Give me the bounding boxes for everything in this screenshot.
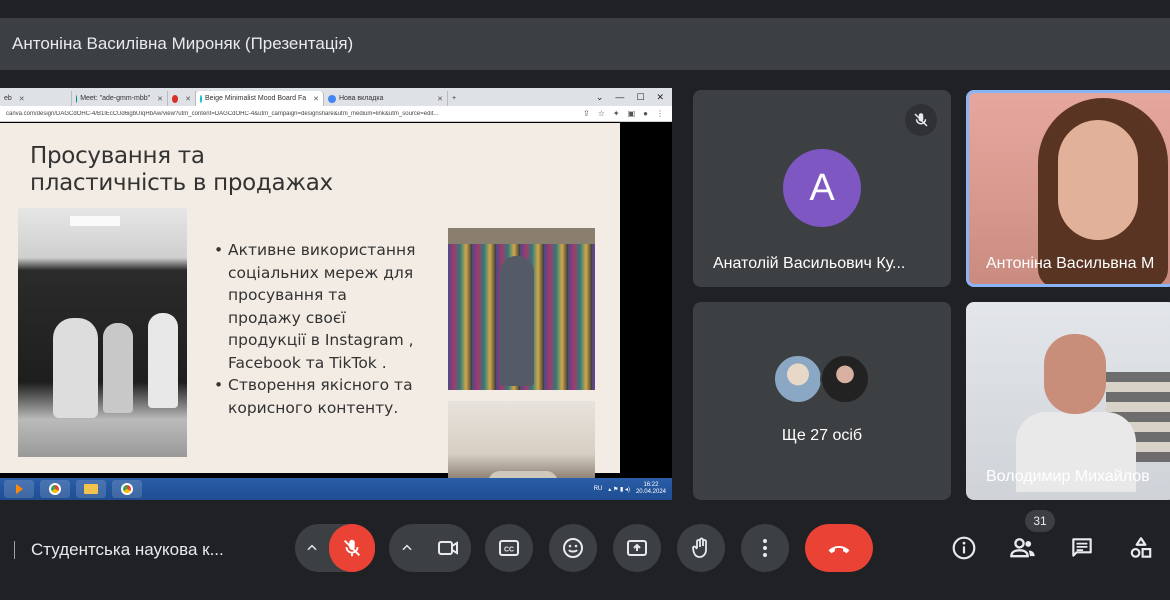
clock[interactable]: 16:22 20.04.2024 [636, 482, 666, 496]
presenter-title: Антоніна Василівна Мироняк (Презентація) [12, 34, 354, 53]
meet-icon [76, 94, 78, 103]
browser-tab[interactable]: ✕ [168, 91, 196, 106]
participant-name: Володимир Михайлов [986, 468, 1150, 485]
more-vert-icon [763, 539, 767, 557]
browser-tab[interactable]: Meet: "ade-gmm-mbb" ✕ [72, 91, 168, 106]
media-player-button[interactable] [4, 480, 34, 498]
minimize-icon[interactable]: — [615, 92, 624, 102]
chrome-taskbar-button[interactable] [40, 480, 70, 498]
end-call-icon [828, 545, 850, 554]
windows-taskbar: RU ▴ ⚑ ▮ ◂) 16:22 20.04.2024 [0, 478, 672, 500]
address-bar[interactable]: canva.com/design/DAGCdOHC-4/B1lEcCUd6igb… [0, 106, 672, 122]
browser-tab-strip: eb ✕ Meet: "ade-gmm-mbb" ✕ ✕ Beige Minimal… [0, 88, 672, 106]
participant-name: Антоніна Васильвна М [986, 255, 1155, 272]
url-text[interactable]: canva.com/design/DAGCdOHC-4/B1lEcCUd6igb… [6, 111, 583, 117]
participant-tile[interactable]: Володимир Михайлов [966, 302, 1170, 500]
camera-toggle-button[interactable] [424, 524, 471, 572]
explorer-taskbar-button[interactable] [76, 480, 106, 498]
captions-button[interactable]: CC [485, 524, 533, 572]
meeting-details-button[interactable] [948, 532, 980, 564]
video-options-button[interactable] [389, 524, 424, 572]
hand-icon [692, 537, 707, 558]
chrome-icon [121, 483, 133, 495]
info-icon [952, 536, 976, 560]
activities-button[interactable] [1125, 532, 1157, 564]
record-icon [172, 94, 179, 103]
divider [14, 541, 15, 559]
chrome-taskbar-button[interactable] [112, 480, 142, 498]
camera-icon [437, 541, 458, 555]
leave-call-button[interactable] [805, 524, 873, 572]
people-icon [1010, 538, 1035, 558]
chevron-up-icon [401, 544, 412, 551]
participant-name: Анатолій Васильович Ку... [713, 255, 906, 272]
folder-icon [84, 484, 98, 494]
sidebar-icon[interactable]: ▣ [628, 109, 636, 118]
bullet-item: Створення якісного та корисного контенту… [213, 374, 423, 419]
star-icon[interactable]: ☆ [598, 109, 605, 118]
avatar [773, 354, 823, 404]
slide: Просування та пластичність в продажах Ак… [0, 123, 620, 500]
close-icon[interactable]: ✕ [19, 95, 25, 103]
meeting-controls-bar: Студентська наукова к... CC 31 [0, 510, 1170, 600]
browser-tab-active[interactable]: Beige Minimalist Mood Board Fa ✕ [196, 91, 324, 106]
participant-count-badge: 31 [1025, 510, 1055, 532]
chrome-icon [328, 94, 336, 103]
avatar: A [783, 149, 861, 227]
system-tray: RU ▴ ⚑ ▮ ◂) 16:22 20.04.2024 [594, 482, 672, 496]
chrome-icon [49, 483, 61, 495]
captions-icon: CC [499, 540, 519, 556]
top-strip [0, 0, 1170, 18]
avatar [820, 354, 870, 404]
extensions-icon[interactable]: ✦ [613, 109, 620, 118]
new-tab-button[interactable]: + [448, 91, 466, 106]
bullet-item: Активне використання соціальних мереж дл… [213, 239, 423, 374]
menu-icon[interactable]: ⋮ [656, 109, 664, 118]
tab-search-icon[interactable]: ⌄ [596, 92, 604, 103]
reactions-button[interactable] [549, 524, 597, 572]
more-options-button[interactable] [741, 524, 789, 572]
emoji-icon [563, 538, 583, 558]
close-icon[interactable]: ✕ [185, 95, 191, 103]
profile-icon[interactable]: ● [643, 109, 648, 118]
close-icon[interactable]: ✕ [313, 95, 319, 103]
participant-tile[interactable]: A Анатолій Васильович Ку... [693, 90, 951, 287]
chat-button[interactable] [1066, 532, 1098, 564]
slide-bullets: Активне використання соціальних мереж дл… [213, 239, 423, 419]
photo-studio-shoot [18, 208, 187, 457]
presentation-title-bar: Антоніна Василівна Мироняк (Презентація) [0, 18, 1170, 70]
slide-title: Просування та пластичність в продажах [30, 143, 333, 196]
mic-off-icon [344, 539, 361, 557]
others-tile[interactable]: Ще 27 осіб [693, 302, 951, 500]
chat-icon [1072, 538, 1092, 557]
maximize-icon[interactable]: ☐ [636, 92, 644, 103]
others-count-label: Ще 27 осіб [781, 427, 863, 444]
meeting-title: Студентська наукова к... [14, 540, 224, 560]
language-indicator[interactable]: RU [594, 486, 603, 492]
present-screen-icon [627, 540, 647, 556]
shared-screen: eb ✕ Meet: "ade-gmm-mbb" ✕ ✕ Beige Minimal… [0, 88, 672, 500]
play-icon [15, 484, 23, 494]
shapes-icon [1130, 537, 1152, 558]
present-button[interactable] [613, 524, 661, 572]
browser-tab[interactable]: eb ✕ [0, 91, 72, 106]
audio-control-group [295, 524, 375, 572]
svg-text:CC: CC [504, 547, 514, 554]
photo-fabric-store [448, 228, 595, 390]
raise-hand-button[interactable] [677, 524, 725, 572]
close-icon[interactable]: ✕ [437, 95, 443, 103]
mic-off-icon [905, 104, 937, 136]
participant-tile-speaking[interactable]: Антоніна Васильвна М [966, 90, 1170, 287]
share-icon[interactable]: ⇪ [583, 109, 590, 118]
microphone-toggle-button[interactable] [329, 524, 375, 572]
people-button[interactable] [1007, 532, 1039, 564]
canva-icon [200, 94, 202, 103]
close-window-icon[interactable]: ✕ [656, 92, 664, 103]
video-control-group [389, 524, 471, 572]
chevron-up-icon [307, 544, 317, 551]
browser-tab[interactable]: Нова вкладка ✕ [324, 91, 448, 106]
tray-icons[interactable]: ▴ ⚑ ▮ ◂) [608, 486, 630, 493]
audio-options-button[interactable] [295, 524, 329, 572]
close-icon[interactable]: ✕ [157, 95, 163, 103]
